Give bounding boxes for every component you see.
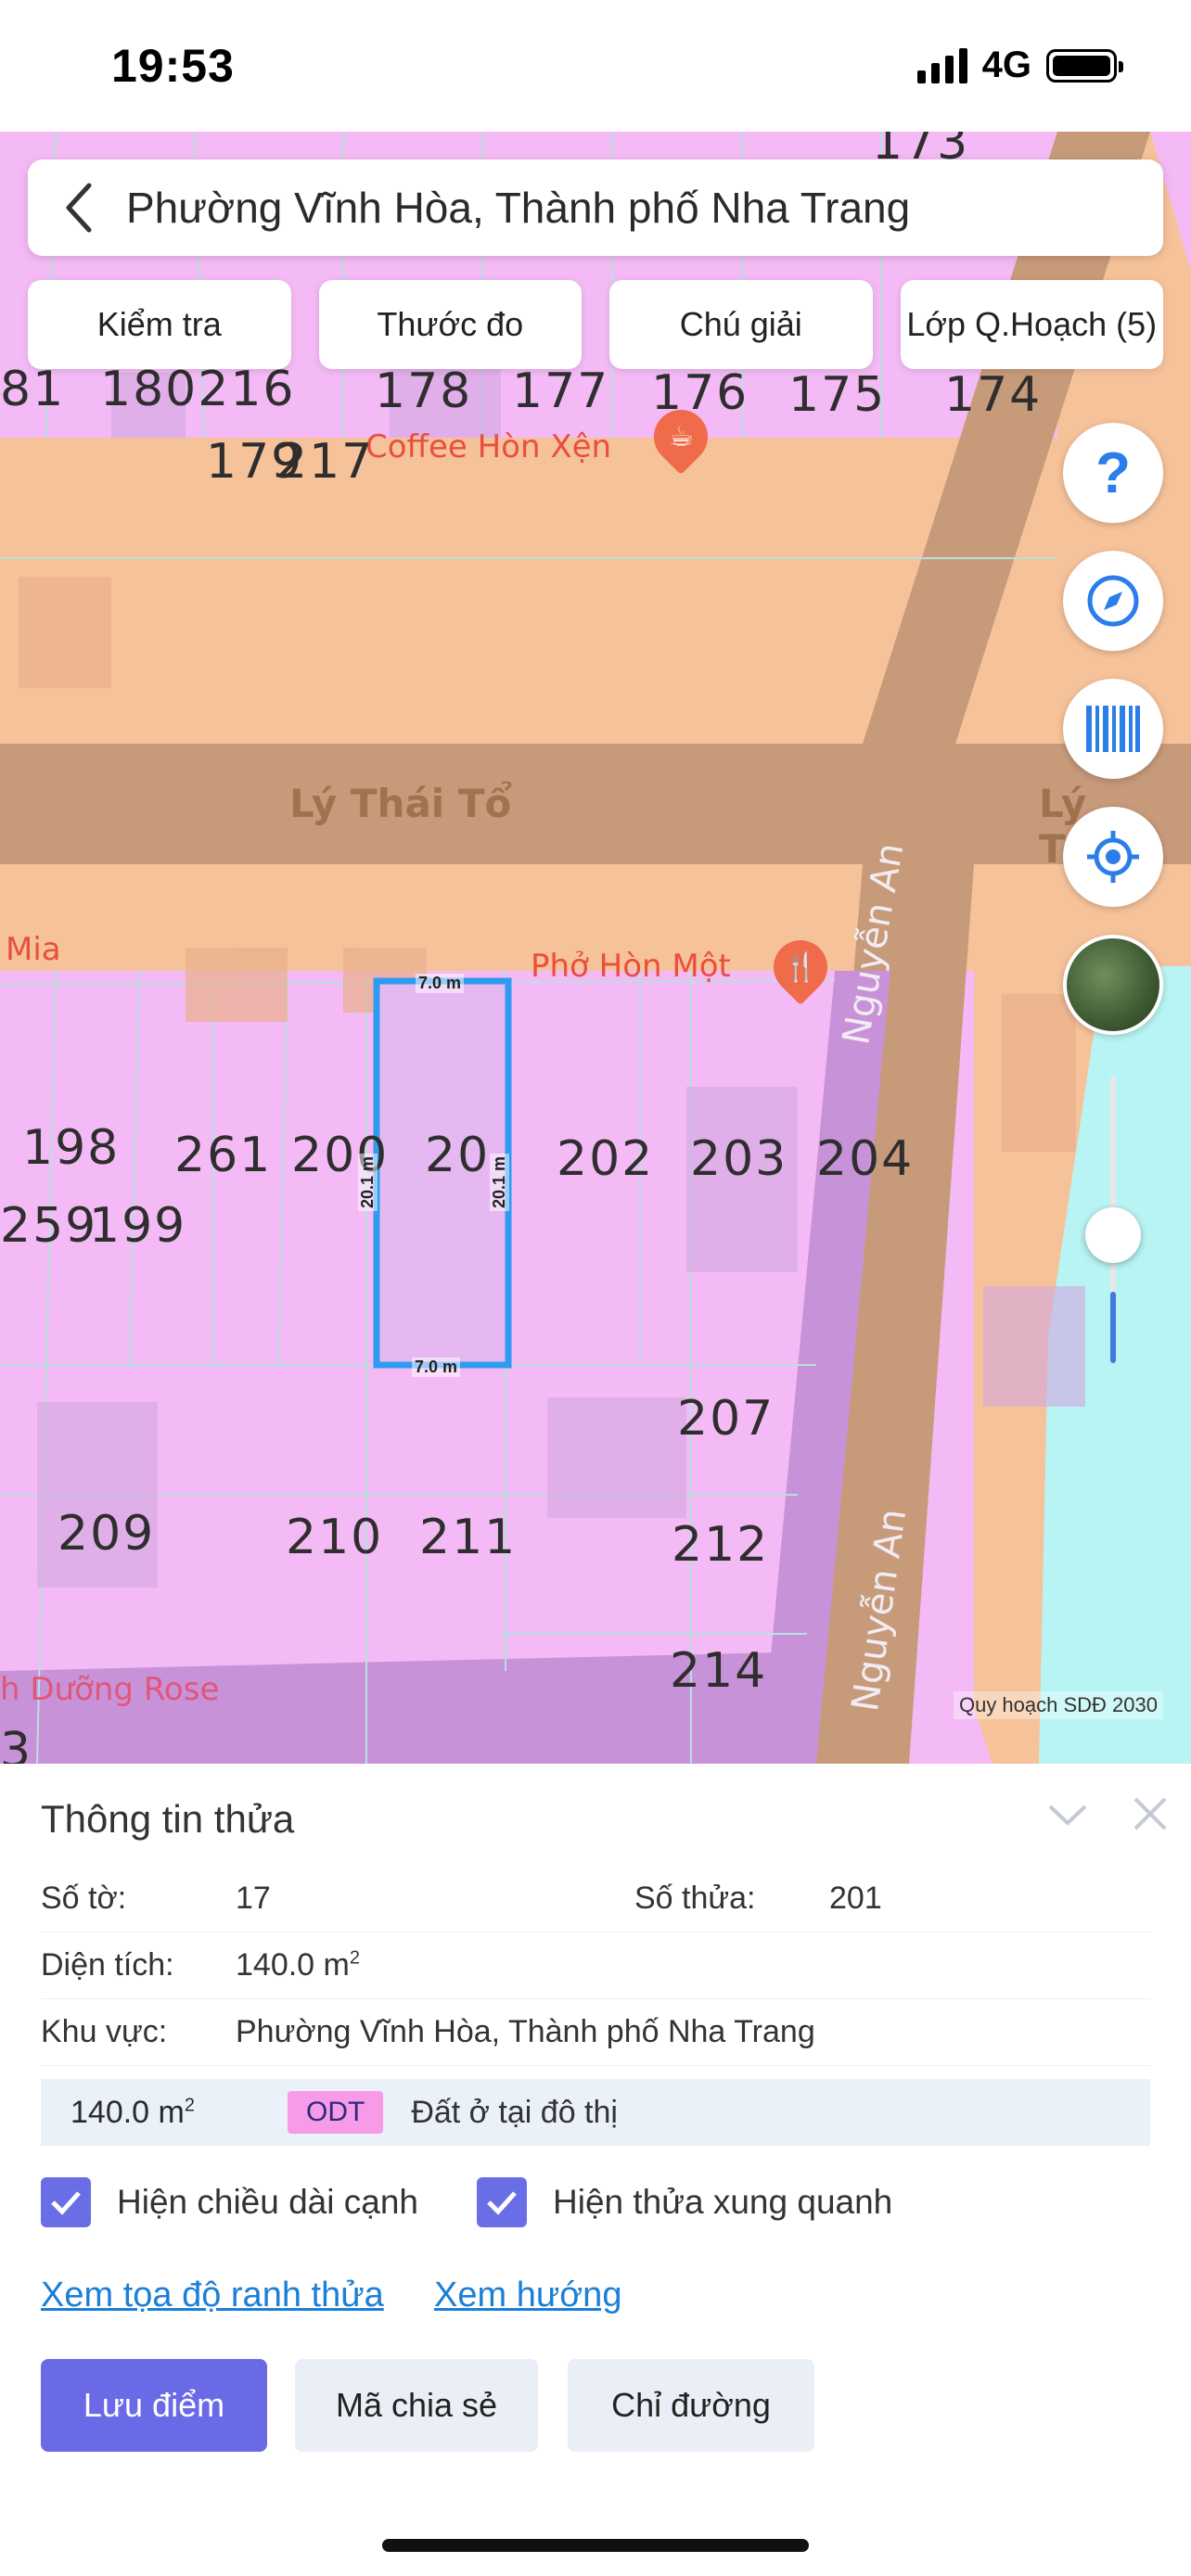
signal-icon	[916, 47, 967, 83]
satellite-layer-button[interactable]	[1063, 935, 1163, 1035]
parcel-info-panel: Thông tin thửa Số tờ: 17 Số thửa: 201 Di…	[0, 1764, 1191, 2576]
parcel-number: 207	[677, 1391, 775, 1447]
parcel-number: 203	[690, 1131, 788, 1187]
help-icon: ?	[1095, 440, 1131, 505]
legend-button[interactable]: Chú giải	[609, 280, 873, 369]
region-row: Khu vực: Phường Vĩnh Hòa, Thành phố Nha …	[41, 1999, 1150, 2066]
sheet-value: 17	[236, 1881, 271, 1916]
parcel-number: 259	[0, 1198, 98, 1254]
directions-button[interactable]: Chỉ đường	[568, 2359, 814, 2452]
sheet-label: Số tờ:	[41, 1881, 127, 1916]
measure-button[interactable]: Thước đo	[318, 280, 582, 369]
barcode-button[interactable]	[1063, 679, 1163, 779]
poi-rose-label[interactable]: h Dưỡng Rose	[0, 1671, 219, 1708]
back-arrow-icon[interactable]	[46, 159, 111, 256]
check-button[interactable]: Kiểm tra	[28, 280, 291, 369]
location-search-bar[interactable]: Phường Vĩnh Hòa, Thành phố Nha Trang	[28, 159, 1163, 256]
dimension-left: 20.1 m	[358, 1153, 378, 1211]
parcel-number: 214	[670, 1643, 768, 1699]
parcel-number: 261	[174, 1128, 273, 1183]
battery-icon	[1046, 48, 1123, 83]
sheet-parcel-row: Số tờ: 17 Số thửa: 201	[41, 1866, 1150, 1932]
area-row: Diện tích: 140.0 m2	[41, 1932, 1150, 1999]
poi-coffee-label[interactable]: Coffee Hòn Xện	[365, 428, 611, 465]
parcel-number: 204	[816, 1131, 915, 1187]
area-label: Diện tích:	[41, 1947, 174, 1983]
land-use-code-badge: ODT	[288, 2091, 384, 2134]
parcel-number: 176	[651, 365, 749, 421]
parcel-label: Số thửa:	[634, 1881, 756, 1916]
show-nearby-parcels-toggle[interactable]: Hiện thửa xung quanh	[477, 2177, 892, 2227]
map-credit: Quy hoạch SDĐ 2030	[953, 1691, 1163, 1719]
land-use-row: 140.0 m2 ODT Đất ở tại đô thị	[41, 2079, 1150, 2146]
parcel-number: 212	[672, 1517, 770, 1573]
selected-parcel-number: 20	[425, 1128, 491, 1183]
view-direction-link[interactable]: Xem hướng	[434, 2276, 621, 2315]
parcel-number: 175	[788, 367, 887, 423]
show-nearby-parcels-label: Hiện thửa xung quanh	[553, 2183, 893, 2221]
home-indicator	[382, 2539, 809, 2552]
checkbox-checked-icon[interactable]	[41, 2177, 91, 2227]
land-use-area: 140.0 m2	[70, 2094, 195, 2130]
region-value: Phường Vĩnh Hòa, Thành phố Nha Trang	[236, 2014, 815, 2049]
status-indicators: 4G	[916, 45, 1123, 86]
land-use-description: Đất ở tại đô thị	[411, 2094, 618, 2130]
parcel-number: 199	[89, 1198, 187, 1254]
location-title: Phường Vĩnh Hòa, Thành phố Nha Trang	[126, 184, 911, 232]
close-icon[interactable]	[1128, 1792, 1172, 1836]
help-button[interactable]: ?	[1063, 423, 1163, 523]
map-tool-row: Kiểm tra Thước đo Chú giải Lớp Q.Hoạch (…	[28, 280, 1163, 369]
status-time: 19:53	[111, 40, 235, 92]
parcel-number: 178	[375, 363, 473, 419]
parcel-number: 81	[0, 362, 66, 417]
map-view[interactable]: Lý Thái Tổ Lý Thái Nguyễn An Nguyễn An C…	[0, 132, 1191, 1764]
view-boundary-coordinates-link[interactable]: Xem tọa độ ranh thửa	[41, 2276, 384, 2315]
parcel-number: 202	[557, 1131, 655, 1187]
parcel-number: 211	[419, 1510, 518, 1565]
region-label: Khu vực:	[41, 2014, 168, 2049]
zoom-slider-fill	[1110, 1291, 1116, 1363]
street-label-ly-thai-to: Lý Thái Tổ	[289, 781, 512, 826]
locate-icon	[1087, 831, 1139, 883]
parcel-number: 177	[512, 363, 610, 419]
panel-title: Thông tin thửa	[41, 1797, 295, 1841]
show-edge-length-toggle[interactable]: Hiện chiều dài cạnh	[41, 2177, 418, 2227]
parcel-number: 3	[0, 1723, 33, 1764]
barcode-icon	[1086, 706, 1140, 752]
planning-layer-button[interactable]: Lớp Q.Hoạch (5)	[900, 280, 1163, 369]
dimension-bottom: 7.0 m	[412, 1358, 461, 1377]
area-value: 140.0 m2	[236, 1947, 360, 1983]
show-edge-length-label: Hiện chiều dài cạnh	[117, 2183, 418, 2221]
poi-mia-label[interactable]: Mia	[6, 931, 61, 968]
zoom-slider-handle[interactable]	[1085, 1207, 1141, 1263]
share-code-button[interactable]: Mã chia sẻ	[295, 2359, 538, 2452]
compass-icon	[1087, 575, 1139, 627]
status-bar: 19:53 4G	[0, 0, 1191, 132]
checkbox-checked-icon[interactable]	[477, 2177, 527, 2227]
parcel-number: 180216	[100, 362, 296, 417]
save-point-button[interactable]: Lưu điểm	[41, 2359, 267, 2452]
dimension-right: 20.1 m	[490, 1153, 509, 1211]
poi-pho-label[interactable]: Phở Hòn Một	[531, 948, 731, 985]
chevron-down-icon[interactable]	[1044, 1797, 1091, 1834]
compass-button[interactable]	[1063, 551, 1163, 651]
locate-button[interactable]	[1063, 807, 1163, 907]
network-label: 4G	[981, 45, 1031, 85]
parcel-number: 217	[276, 434, 375, 490]
parcel-number: 174	[944, 367, 1043, 423]
parcel-number: 198	[22, 1120, 121, 1176]
parcel-value: 201	[829, 1881, 882, 1916]
dimension-top: 7.0 m	[416, 974, 465, 993]
parcel-number: 209	[58, 1506, 156, 1562]
parcel-number: 210	[286, 1510, 384, 1565]
